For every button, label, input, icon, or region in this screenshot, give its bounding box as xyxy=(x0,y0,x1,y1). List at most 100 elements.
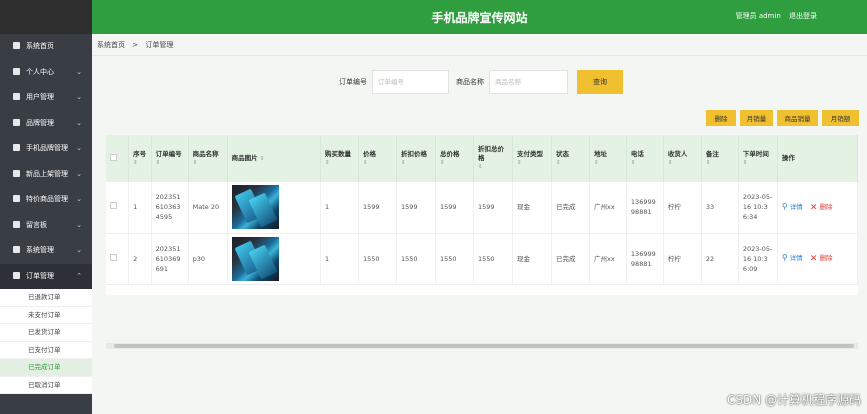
submenu-unpaid-orders[interactable]: 未支付订单 xyxy=(0,307,92,324)
user-icon xyxy=(13,67,20,75)
cell-order-no: 2023516103634595 xyxy=(151,182,189,233)
sidebar-item-users[interactable]: 用户管理 ⌄ xyxy=(0,85,92,111)
product-thumbnail[interactable] xyxy=(231,236,279,281)
sort-icon[interactable]: ⇕ xyxy=(260,156,265,162)
sort-icon[interactable]: ⇕ xyxy=(193,159,223,168)
sort-icon[interactable]: ⇕ xyxy=(668,159,697,168)
col-address[interactable]: 地址 ⇕ xyxy=(589,135,627,182)
close-icon: ✕ xyxy=(809,202,818,213)
sort-icon[interactable]: ⇕ xyxy=(517,159,547,168)
sidebar-item-phone-brand[interactable]: 手机品牌管理 ⌄ xyxy=(0,136,92,162)
horizontal-scrollbar[interactable] xyxy=(106,343,858,349)
cell-qty: 1 xyxy=(320,233,360,284)
delete-button[interactable]: 删除 xyxy=(706,110,736,126)
sidebar-item-orders[interactable]: 订单管理 ⌃ xyxy=(0,263,92,289)
col-order-no[interactable]: 订单编号 ⇕ xyxy=(151,135,189,182)
product-name-label: 商品名称 xyxy=(456,78,484,86)
delete-link[interactable]: ✕ 删除 xyxy=(810,254,833,264)
orders-table: 序号 ⇕ 订单编号 ⇕ 商品名称 ⇕ 商品图片 ⇕ 购买数量 ⇕ 价格 ⇕ 折扣价格 ⇕ 总… xyxy=(106,135,859,295)
sort-icon[interactable]: ⇕ xyxy=(743,159,773,168)
col-remark[interactable]: 备注 ⇕ xyxy=(701,135,739,182)
submenu-paid-orders[interactable]: 已支付订单 xyxy=(0,342,92,359)
chevron-down-icon: ⌄ xyxy=(76,195,82,203)
submenu-completed-orders[interactable]: 已完成订单 xyxy=(0,359,92,377)
sidebar-item-brand[interactable]: 品牌管理 ⌄ xyxy=(0,111,92,137)
col-phone[interactable]: 电话 ⇕ xyxy=(626,135,664,182)
breadcrumb-home[interactable]: 系统首页 xyxy=(97,41,125,49)
logout-link[interactable]: 退出登录 xyxy=(789,12,817,20)
admin-label: 管理员 admin xyxy=(735,12,781,20)
product-sales-button[interactable]: 商品销量 xyxy=(777,110,818,126)
col-pay-type[interactable]: 支付类型 ⇕ xyxy=(512,135,552,182)
sort-icon[interactable]: ⇕ xyxy=(401,159,431,168)
product-thumbnail[interactable] xyxy=(231,185,279,230)
sort-icon[interactable]: ⇕ xyxy=(556,159,585,168)
submenu-cancelled-orders[interactable]: 已取消订单 xyxy=(0,377,92,394)
cell-operations: ⚲ 详情 ✕ 删除 xyxy=(777,233,859,284)
chart-icon xyxy=(13,271,20,279)
col-total[interactable]: 总价格 ⇕ xyxy=(435,135,474,182)
chevron-down-icon: ⌄ xyxy=(76,246,82,254)
monthly-sales-button[interactable]: 月销量 xyxy=(740,110,773,126)
sort-icon[interactable]: ⇕ xyxy=(631,159,659,168)
sidebar-item-profile[interactable]: 个人中心 ⌄ xyxy=(0,60,92,86)
main-content: 订单编号 商品名称 查询 删除 月销量 商品销量 月销额 序号⇕ 订单编号⇕ 商 xyxy=(92,56,867,414)
scrollbar-thumb[interactable] xyxy=(114,344,854,348)
col-discount-total[interactable]: 折扣总价格 ⇕ xyxy=(473,135,513,182)
col-index[interactable]: 序号 ⇕ xyxy=(128,135,152,182)
search-icon: ⚲ xyxy=(781,201,788,211)
product-name-input[interactable] xyxy=(489,70,568,94)
sliders-icon xyxy=(13,144,20,151)
chevron-down-icon: ⌄ xyxy=(76,93,82,101)
sidebar-item-message-board[interactable]: 留言板 ⌄ xyxy=(0,213,92,239)
cell-address: 广州xx xyxy=(589,182,627,233)
col-discount-price[interactable]: 折扣价格 ⇕ xyxy=(396,135,436,182)
search-button[interactable]: 查询 xyxy=(577,70,623,94)
delete-link[interactable]: ✕ 删除 xyxy=(809,202,833,213)
user-info: 管理员 admin 退出登录 xyxy=(730,11,817,21)
sort-icon[interactable]: ⇕ xyxy=(363,159,392,168)
sort-icon[interactable]: ⇕ xyxy=(478,163,508,172)
grid-icon xyxy=(13,169,20,177)
top-header: 手机品牌宣传网站 管理员 admin 退出登录 xyxy=(92,0,867,34)
sort-icon[interactable]: ⇕ xyxy=(440,159,469,168)
col-receiver[interactable]: 收货人 ⇕ xyxy=(663,135,702,182)
select-all-checkbox[interactable] xyxy=(106,135,130,182)
sidebar-item-system[interactable]: 系统管理 ⌄ xyxy=(0,238,92,264)
grid-icon xyxy=(13,195,20,202)
cell-product: p30 xyxy=(188,233,228,284)
col-price[interactable]: 价格 ⇕ xyxy=(358,135,397,182)
sort-icon[interactable]: ⇕ xyxy=(594,159,622,168)
monthly-revenue-button[interactable]: 月销额 xyxy=(822,110,859,126)
col-order-time[interactable]: 下单时间 ⇕ xyxy=(738,135,778,182)
sidebar-item-special-offers[interactable]: 特价商品管理 ⌄ xyxy=(0,187,92,213)
col-status[interactable]: 状态 ⇕ xyxy=(551,135,590,182)
col-quantity[interactable]: 购买数量 ⇕ xyxy=(320,135,360,182)
breadcrumb-current: 订单管理 xyxy=(145,41,174,49)
table-row: 2 202351610369691 p30 1 1550 1550 1550 1… xyxy=(106,233,859,284)
sidebar-item-new-arrivals[interactable]: 新品上架管理 ⌄ xyxy=(0,162,92,188)
cell-time: 2023-05-16 10:36:09 xyxy=(738,233,778,284)
cell-receiver: 柠柠 xyxy=(663,233,702,284)
detail-link[interactable]: ⚲ 详情 xyxy=(782,253,803,262)
sort-icon[interactable]: ⇕ xyxy=(325,159,354,168)
cell-remark: 22 xyxy=(701,233,739,284)
cell-order-no: 202351610369691 xyxy=(151,233,189,284)
submenu-shipped-orders[interactable]: 已发货订单 xyxy=(0,324,92,342)
row-checkbox[interactable] xyxy=(106,233,130,284)
sort-icon[interactable]: ⇕ xyxy=(156,159,184,168)
cell-price: 1599 xyxy=(358,182,397,233)
chevron-down-icon: ⌄ xyxy=(76,67,82,76)
col-product-name[interactable]: 商品名称 ⇕ xyxy=(188,135,228,182)
shield-icon xyxy=(13,246,20,253)
submenu-refunded-orders[interactable]: 已退款订单 xyxy=(0,289,92,307)
sidebar: 系统首页 个人中心 ⌄ 用户管理 ⌄ 品牌管理 ⌄ 手机品牌管理 ⌄ 新品上架管理 ⌄ 特… xyxy=(0,34,92,414)
cell-discount-total: 1550 xyxy=(473,233,513,284)
sidebar-item-home[interactable]: 系统首页 xyxy=(0,34,92,60)
col-product-image[interactable]: 商品图片 ⇕ xyxy=(227,135,322,182)
order-number-input[interactable] xyxy=(372,70,449,94)
detail-link[interactable]: ⚲ 详情 xyxy=(781,201,803,211)
sort-icon[interactable]: ⇕ xyxy=(706,159,734,168)
row-checkbox[interactable] xyxy=(106,182,130,233)
sort-icon[interactable]: ⇕ xyxy=(133,159,147,168)
